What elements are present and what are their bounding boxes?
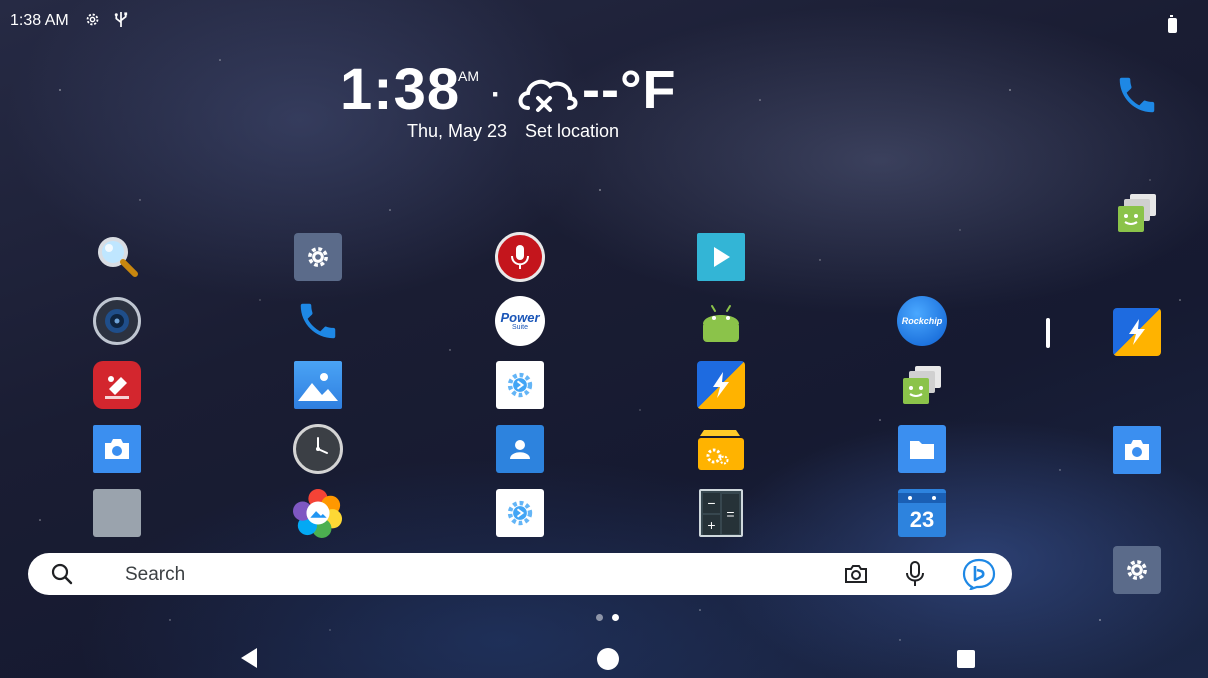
usb-icon — [114, 11, 128, 33]
voice-recorder-app-icon[interactable] — [495, 232, 545, 282]
battery-icon — [1168, 15, 1177, 33]
file-settings-app-icon[interactable] — [696, 424, 746, 474]
home-icon[interactable] — [596, 647, 620, 676]
page-indicator-dot-1 — [596, 614, 603, 621]
widget-date[interactable]: Thu, May 23 — [407, 121, 507, 142]
camera-icon[interactable] — [1112, 425, 1162, 475]
android-app-icon[interactable] — [696, 296, 746, 346]
power-suite-app-icon[interactable]: Power Suite — [495, 296, 545, 346]
blue-gear-app-icon-2[interactable] — [495, 488, 545, 538]
blue-gear-app-icon[interactable] — [495, 360, 545, 410]
play-video-app-icon[interactable] — [696, 232, 746, 282]
calendar-day: 23 — [909, 507, 935, 532]
photo-app-icon[interactable] — [293, 488, 343, 538]
clock-time[interactable]: 1:38 — [340, 60, 460, 120]
files-app-icon[interactable] — [897, 424, 947, 474]
rockchip-app-icon[interactable]: Rockchip — [897, 296, 947, 346]
messaging-app-icon[interactable] — [897, 360, 947, 410]
flash-icon[interactable] — [1112, 307, 1162, 357]
scroll-handle[interactable] — [1046, 318, 1050, 348]
power-suite-label: Power — [500, 309, 540, 325]
magnifier-app-icon[interactable] — [92, 232, 142, 282]
search-bar[interactable]: Search — [28, 553, 1012, 595]
page-indicator-dot-2 — [612, 614, 619, 621]
set-location-link[interactable]: Set location — [525, 121, 619, 142]
calendar-app-icon[interactable]: 23 — [897, 488, 947, 538]
contacts-app-icon[interactable] — [495, 424, 545, 474]
settings-gear-icon — [84, 11, 101, 33]
rockchip-label: Rockchip — [901, 316, 943, 326]
clock-separator: · — [491, 78, 501, 111]
clock-app-icon[interactable] — [293, 424, 343, 474]
microphone-icon[interactable] — [905, 560, 925, 593]
back-icon[interactable] — [238, 646, 260, 675]
recents-icon[interactable] — [956, 649, 976, 674]
settings-app-icon[interactable] — [293, 232, 343, 282]
camera-app-icon[interactable] — [92, 424, 142, 474]
office-suite-app-icon[interactable] — [92, 488, 142, 538]
messaging-icon[interactable] — [1112, 188, 1162, 238]
power-suite-sublabel: Suite — [512, 323, 528, 331]
camera-lens-icon[interactable] — [843, 561, 869, 592]
gallery-app-icon[interactable] — [293, 360, 343, 410]
clock-ampm: AM — [458, 68, 479, 84]
quectel-app-icon[interactable] — [92, 360, 142, 410]
phone-app-icon[interactable] — [293, 296, 343, 346]
cloud-off-icon[interactable] — [514, 72, 580, 121]
settings-icon[interactable] — [1112, 545, 1162, 595]
weather-temperature[interactable]: --°F — [582, 60, 677, 120]
status-bar: 1:38 AM — [0, 8, 1208, 34]
calculator-app-icon[interactable]: − = + — [696, 488, 746, 538]
flash-app-icon[interactable] — [696, 360, 746, 410]
status-time: 1:38 AM — [10, 12, 69, 29]
phone-icon[interactable] — [1112, 70, 1162, 120]
speaker-app-icon[interactable] — [92, 296, 142, 346]
bing-icon[interactable] — [962, 558, 996, 595]
search-icon[interactable] — [50, 562, 74, 591]
search-input[interactable]: Search — [125, 564, 185, 586]
